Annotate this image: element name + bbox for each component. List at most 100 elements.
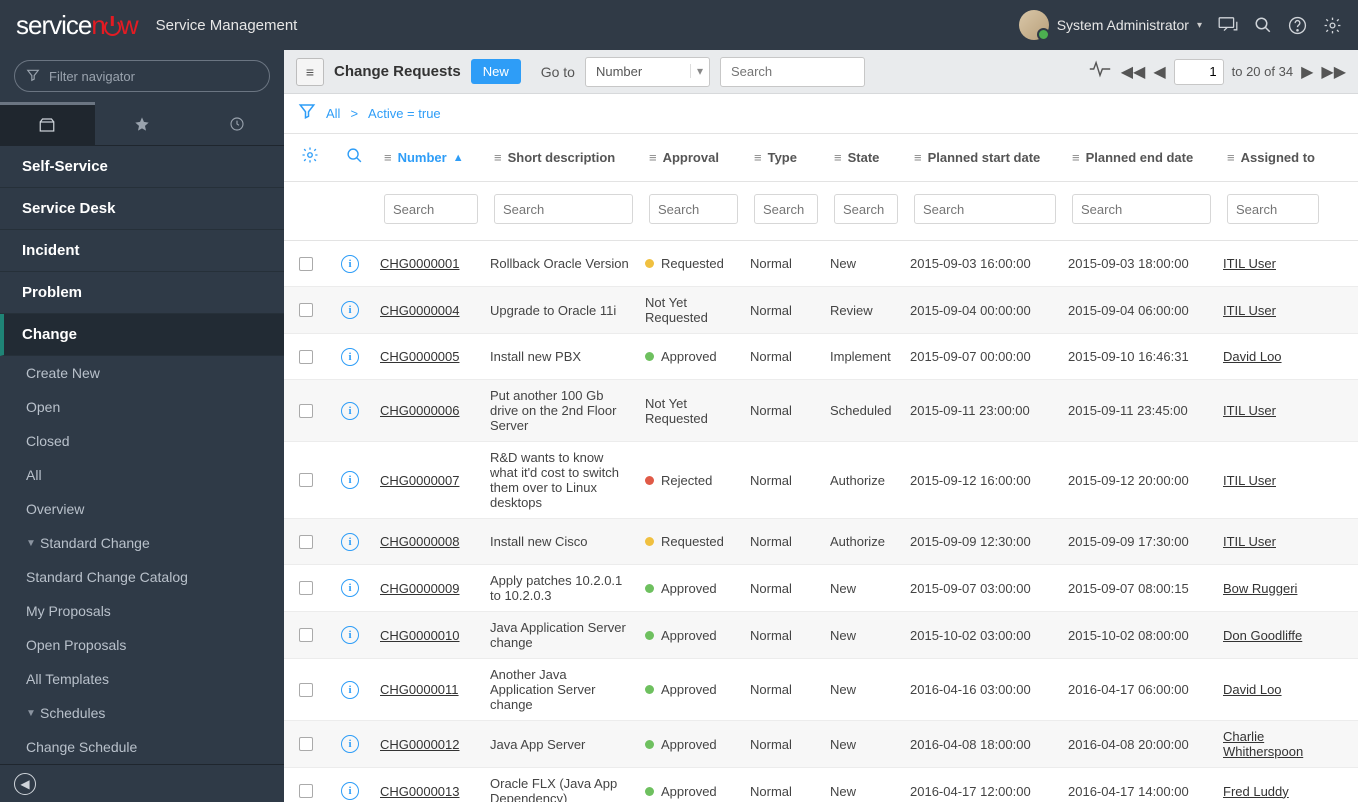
last-page-icon[interactable]: ▶▶	[1321, 62, 1346, 82]
row-checkbox[interactable]	[299, 350, 313, 364]
filter-approval[interactable]	[649, 194, 738, 224]
nav-section-service-desk[interactable]: Service Desk	[0, 188, 284, 230]
info-icon[interactable]: i	[341, 301, 359, 319]
table-row[interactable]: iCHG0000008Install new CiscoRequestedNor…	[284, 519, 1358, 565]
cell-assigned-to[interactable]: Don Goodliffe	[1223, 628, 1302, 643]
row-checkbox[interactable]	[299, 404, 313, 418]
cell-number[interactable]: CHG0000004	[380, 303, 460, 318]
cell-assigned-to[interactable]: David Loo	[1223, 349, 1282, 364]
row-checkbox[interactable]	[299, 581, 313, 595]
nav-section-problem[interactable]: Problem	[0, 272, 284, 314]
col-number[interactable]: ≡Number▲	[384, 150, 478, 165]
info-icon[interactable]: i	[341, 348, 359, 366]
search-icon[interactable]	[1254, 16, 1272, 34]
nav-section-self-service[interactable]: Self-Service	[0, 146, 284, 188]
cell-assigned-to[interactable]: ITIL User	[1223, 534, 1276, 549]
nav-item-create-new[interactable]: Create New	[0, 356, 284, 390]
table-row[interactable]: iCHG0000013Oracle FLX (Java App Dependen…	[284, 768, 1358, 802]
row-checkbox[interactable]	[299, 473, 313, 487]
info-icon[interactable]: i	[341, 681, 359, 699]
cell-number[interactable]: CHG0000011	[380, 682, 459, 697]
cell-assigned-to[interactable]: ITIL User	[1223, 403, 1276, 418]
cell-number[interactable]: CHG0000010	[380, 628, 460, 643]
nav-group-standard-change[interactable]: ▼Standard Change	[0, 526, 284, 560]
row-checkbox[interactable]	[299, 737, 313, 751]
cell-number[interactable]: CHG0000006	[380, 403, 460, 418]
info-icon[interactable]: i	[341, 735, 359, 753]
cell-number[interactable]: CHG0000013	[380, 784, 460, 799]
chat-icon[interactable]	[1218, 17, 1238, 33]
nav-tab-all[interactable]	[0, 102, 95, 145]
info-icon[interactable]: i	[341, 533, 359, 551]
filter-assigned-to[interactable]	[1227, 194, 1319, 224]
filter-state[interactable]	[834, 194, 898, 224]
table-row[interactable]: iCHG0000011Another Java Application Serv…	[284, 659, 1358, 721]
cell-assigned-to[interactable]: ITIL User	[1223, 473, 1276, 488]
cell-assigned-to[interactable]: Bow Ruggeri	[1223, 581, 1297, 596]
row-checkbox[interactable]	[299, 683, 313, 697]
info-icon[interactable]: i	[341, 579, 359, 597]
filter-short-description[interactable]	[494, 194, 633, 224]
cell-number[interactable]: CHG0000001	[380, 256, 460, 271]
nav-section-incident[interactable]: Incident	[0, 230, 284, 272]
list-menu-button[interactable]: ≡	[296, 58, 324, 86]
nav-item-change-schedule[interactable]: Change Schedule	[0, 730, 284, 764]
activity-icon[interactable]	[1089, 60, 1111, 84]
nav-group-schedules[interactable]: ▼Schedules	[0, 696, 284, 730]
col-approval[interactable]: ≡Approval	[649, 150, 738, 165]
table-row[interactable]: iCHG0000005Install new PBXApprovedNormal…	[284, 334, 1358, 380]
row-checkbox[interactable]	[299, 303, 313, 317]
cell-assigned-to[interactable]: ITIL User	[1223, 256, 1276, 271]
info-icon[interactable]: i	[341, 255, 359, 273]
nav-item-standard-change-catalog[interactable]: Standard Change Catalog	[0, 560, 284, 594]
user-menu[interactable]: System Administrator ▾	[1019, 10, 1202, 40]
cell-assigned-to[interactable]: Charlie Whitherspoon	[1223, 729, 1303, 759]
first-page-icon[interactable]: ◀◀	[1121, 62, 1146, 82]
new-button[interactable]: New	[471, 59, 521, 84]
collapse-nav-icon[interactable]: ◀	[14, 773, 36, 795]
filter-icon[interactable]	[298, 102, 316, 125]
nav-item-all-templates[interactable]: All Templates	[0, 662, 284, 696]
nav-item-my-proposals[interactable]: My Proposals	[0, 594, 284, 628]
cell-number[interactable]: CHG0000008	[380, 534, 460, 549]
col-planned-start[interactable]: ≡Planned start date	[914, 150, 1056, 165]
col-assigned-to[interactable]: ≡Assigned to	[1227, 150, 1319, 165]
cell-number[interactable]: CHG0000009	[380, 581, 460, 596]
table-row[interactable]: iCHG0000006Put another 100 Gb drive on t…	[284, 380, 1358, 442]
breadcrumb-filter[interactable]: Active = true	[368, 106, 441, 121]
cell-assigned-to[interactable]: ITIL User	[1223, 303, 1276, 318]
table-row[interactable]: iCHG0000010Java Application Server chang…	[284, 612, 1358, 659]
info-icon[interactable]: i	[341, 402, 359, 420]
page-input[interactable]	[1174, 59, 1224, 85]
filter-number[interactable]	[384, 194, 478, 224]
cell-number[interactable]: CHG0000007	[380, 473, 460, 488]
row-checkbox[interactable]	[299, 628, 313, 642]
cell-assigned-to[interactable]: Fred Luddy	[1223, 784, 1289, 799]
nav-item-closed[interactable]: Closed	[0, 424, 284, 458]
breadcrumb-all[interactable]: All	[326, 106, 340, 121]
next-page-icon[interactable]: ▶	[1301, 62, 1313, 82]
info-icon[interactable]: i	[341, 782, 359, 800]
row-checkbox[interactable]	[299, 257, 313, 271]
cell-assigned-to[interactable]: David Loo	[1223, 682, 1282, 697]
filter-planned-start[interactable]	[914, 194, 1056, 224]
table-row[interactable]: iCHG0000007R&D wants to know what it'd c…	[284, 442, 1358, 519]
col-state[interactable]: ≡State	[834, 150, 898, 165]
filter-type[interactable]	[754, 194, 818, 224]
col-planned-end[interactable]: ≡Planned end date	[1072, 150, 1211, 165]
col-short-description[interactable]: ≡Short description	[494, 150, 633, 165]
cell-number[interactable]: CHG0000012	[380, 737, 460, 752]
goto-field-select[interactable]: Number	[585, 57, 710, 87]
table-row[interactable]: iCHG0000001Rollback Oracle VersionReques…	[284, 241, 1358, 287]
nav-item-all[interactable]: All	[0, 458, 284, 492]
nav-item-open[interactable]: Open	[0, 390, 284, 424]
cell-number[interactable]: CHG0000005	[380, 349, 460, 364]
prev-page-icon[interactable]: ◀	[1153, 62, 1165, 82]
info-icon[interactable]: i	[341, 626, 359, 644]
row-checkbox[interactable]	[299, 784, 313, 798]
table-row[interactable]: iCHG0000012Java App ServerApprovedNormal…	[284, 721, 1358, 768]
personalize-gear-icon[interactable]	[301, 146, 319, 169]
nav-section-change[interactable]: Change	[0, 314, 284, 356]
col-type[interactable]: ≡Type	[754, 150, 818, 165]
nav-tab-history[interactable]	[189, 102, 284, 145]
